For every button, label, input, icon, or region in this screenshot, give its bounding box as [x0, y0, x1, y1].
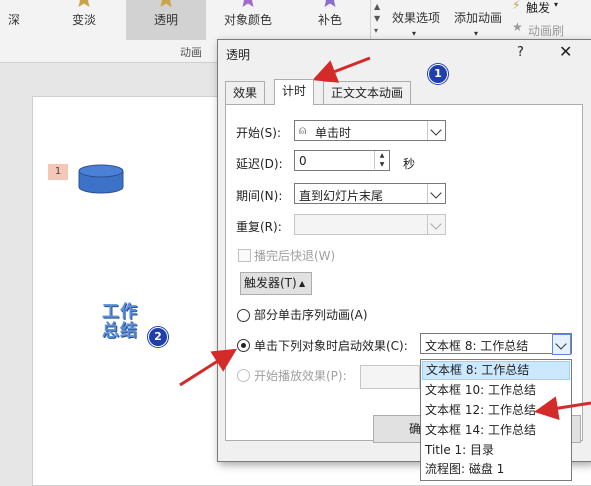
- repeat-label: 重复(R):: [236, 220, 282, 234]
- star-icon: [242, 0, 254, 7]
- dropdown-option[interactable]: 文本框 14: 工作总结: [422, 421, 570, 440]
- delay-label: 延迟(D):: [236, 157, 283, 171]
- dropdown-option[interactable]: 文本框 8: 工作总结: [422, 361, 570, 380]
- spin-up-icon[interactable]: ▲: [374, 151, 389, 160]
- radio-sequence-label: 部分单击序列动画(A): [254, 308, 368, 322]
- add-animation-button[interactable]: 添加动画 ▾: [448, 0, 508, 40]
- trigger-button[interactable]: 触发: [526, 0, 550, 16]
- ribbon-effect-label: 变淡: [71, 13, 96, 27]
- trigger-toggle-button[interactable]: 触发器(T) ▲: [240, 272, 312, 295]
- radio-click-object[interactable]: [237, 339, 250, 352]
- disk-shape[interactable]: [78, 164, 124, 194]
- radio-sequence[interactable]: [237, 309, 250, 322]
- dropdown-option[interactable]: 流程图: 磁盘 1: [422, 460, 570, 479]
- period-select[interactable]: 直到幻灯片末尾: [294, 183, 446, 204]
- trigger-button-label: 触发器(T): [244, 276, 297, 290]
- annotation-badge-2: 2: [148, 327, 168, 347]
- help-button[interactable]: ?: [517, 45, 524, 60]
- section-label: 动画: [180, 46, 202, 59]
- ribbon-effect-transparency[interactable]: 透明: [126, 0, 206, 40]
- tab-label: 正文文本动画: [331, 86, 404, 100]
- repeat-select[interactable]: [294, 214, 446, 235]
- tab-effect[interactable]: 效果: [225, 81, 266, 104]
- add-animation-label: 添加动画: [453, 11, 502, 25]
- start-label: 开始(S):: [236, 126, 282, 140]
- trigger-object-select[interactable]: 文本框 8: 工作总结: [420, 333, 572, 355]
- trigger-object-dropdown: 文本框 8: 工作总结 文本框 10: 工作总结 文本框 12: 工作总结 文本…: [420, 359, 572, 481]
- rewind-label: 播完后快退(W): [254, 249, 336, 263]
- wordart-line: 工作: [102, 302, 138, 322]
- collapse-icon: ▲: [299, 279, 306, 288]
- animation-painter-icon: ★: [512, 20, 523, 34]
- ribbon-effect-label: 对象颜色: [223, 13, 272, 27]
- radio-start-effect[interactable]: [237, 369, 250, 382]
- chevron-down-icon: ▾: [554, 0, 559, 9]
- ribbon-effect-label: 补色: [317, 13, 342, 27]
- animation-order-tag[interactable]: 1: [48, 164, 68, 180]
- dropdown-option[interactable]: 文本框 12: 工作总结: [422, 401, 570, 420]
- chevron-down-icon[interactable]: [427, 121, 445, 140]
- trigger-icon: ⚡: [512, 0, 521, 12]
- star-icon: [324, 0, 336, 7]
- chevron-down-icon[interactable]: [427, 184, 445, 203]
- star-icon: [160, 0, 172, 7]
- wordart-textbox[interactable]: 工作 总结: [102, 303, 146, 341]
- star-icon: [78, 0, 90, 7]
- chevron-down-icon[interactable]: [552, 334, 571, 355]
- gallery-scroll[interactable]: ▲ ▼ ▾: [370, 0, 387, 40]
- rewind-checkbox[interactable]: [238, 249, 251, 262]
- animation-painter-button[interactable]: 动画刷: [528, 22, 564, 39]
- ribbon-effect-lighten[interactable]: 变淡: [44, 0, 124, 40]
- tab-label: 计时: [282, 84, 307, 98]
- close-button[interactable]: ✕: [559, 42, 572, 61]
- start-select[interactable]: ⍝ 单击时: [294, 120, 446, 141]
- effect-options-label: 效果选项: [391, 11, 440, 25]
- dropdown-option[interactable]: 文本框 10: 工作总结: [422, 381, 570, 400]
- ribbon-effect-label: 透明: [153, 13, 178, 27]
- wordart-line: 总结: [102, 321, 138, 341]
- delay-value: 0: [299, 154, 307, 168]
- period-value: 直到幻灯片末尾: [299, 189, 384, 203]
- start-value: 单击时: [315, 126, 352, 140]
- dropdown-option[interactable]: Title 1: 目录: [422, 441, 570, 460]
- tab-label: 效果: [233, 86, 258, 100]
- annotation-badge-1: 1: [428, 64, 448, 84]
- chevron-down-icon[interactable]: ▼: [374, 14, 380, 23]
- radio-start-effect-label: 开始播放效果(P):: [254, 369, 347, 383]
- advanced-animation-group: ⚡ 触发 ▾ ★ 动画刷: [510, 0, 591, 40]
- expand-gallery-icon[interactable]: ▾: [374, 26, 378, 35]
- tab-text-animation[interactable]: 正文文本动画: [323, 81, 412, 104]
- spin-down-icon[interactable]: ▼: [374, 160, 389, 169]
- period-label: 期间(N):: [236, 189, 283, 203]
- trigger-object-value: 文本框 8: 工作总结: [425, 339, 529, 353]
- start-effect-input[interactable]: [360, 365, 420, 389]
- dialog-title: 透明: [226, 48, 251, 62]
- spin-buttons[interactable]: ▲ ▼: [374, 151, 389, 170]
- ribbon: 深 变淡 透明 对象颜色 补色 ▲ ▼ ▾ 效果选项 ▾ 添加动画 ▾ ⚡ 触发…: [0, 0, 591, 41]
- ribbon-effect-label: 深: [7, 13, 20, 27]
- ribbon-effect-complementary[interactable]: 补色: [290, 0, 370, 40]
- chevron-up-icon[interactable]: ▲: [374, 2, 380, 11]
- chevron-down-icon: [427, 215, 445, 234]
- delay-unit: 秒: [403, 157, 416, 171]
- ribbon-effect-darken[interactable]: 深: [0, 0, 28, 40]
- ribbon-effect-object-color[interactable]: 对象颜色: [208, 0, 288, 40]
- tab-timing[interactable]: 计时: [274, 79, 315, 105]
- delay-spinner[interactable]: 0 ▲ ▼: [294, 150, 390, 171]
- mouse-icon: ⍝: [299, 123, 307, 137]
- radio-click-object-label: 单击下列对象时启动效果(C):: [254, 339, 408, 353]
- effect-options-button[interactable]: 效果选项 ▾: [388, 0, 444, 40]
